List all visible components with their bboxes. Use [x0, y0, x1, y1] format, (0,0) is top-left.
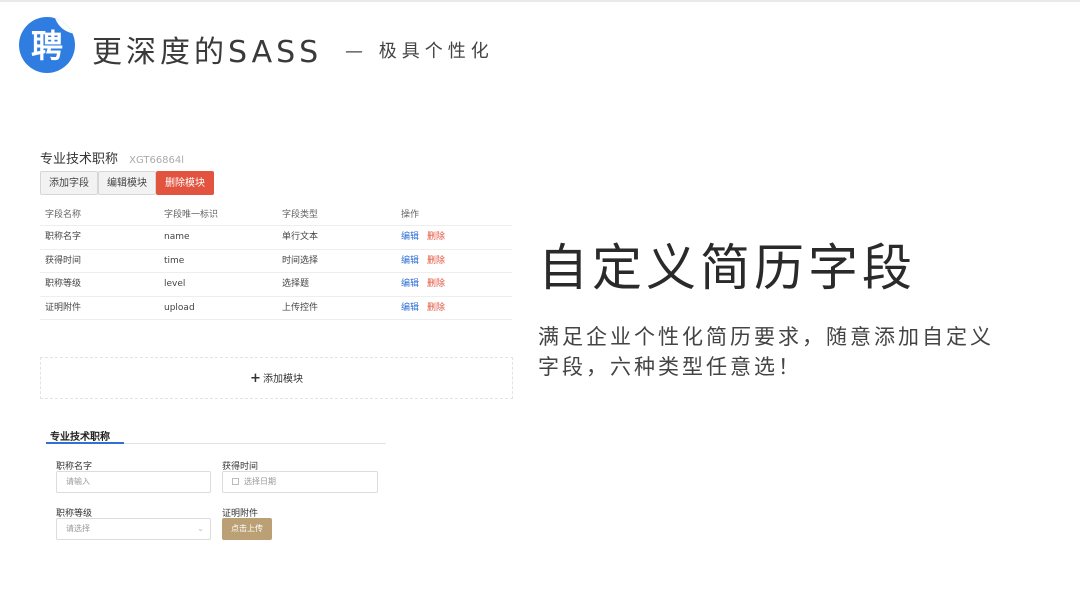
brand-subtitle: — 极具个性化: [345, 41, 494, 62]
table-row: 职称名字 name 单行文本 编辑 删除: [40, 226, 512, 250]
delete-link[interactable]: 删除: [427, 256, 445, 266]
calendar-icon: [232, 478, 239, 485]
edit-link[interactable]: 编辑: [401, 279, 419, 289]
module-code: XGT66864l: [129, 155, 185, 166]
field-key-cell: time: [164, 255, 185, 266]
column-header: 字段类型: [282, 210, 319, 220]
date-picker-input[interactable]: 选择日期: [222, 471, 378, 493]
field-type-cell: 选择题: [282, 279, 310, 289]
column-header: 操作: [401, 210, 420, 220]
field-type-cell: 单行文本: [282, 232, 319, 242]
field-type-cell: 时间选择: [282, 255, 319, 266]
edit-link[interactable]: 编辑: [401, 303, 419, 313]
add-module-label: 添加模块: [262, 374, 303, 385]
input-placeholder: 选择日期: [244, 477, 276, 486]
delete-link[interactable]: 删除: [427, 279, 445, 289]
table-row: 获得时间 time 时间选择 编辑 删除: [40, 250, 512, 273]
tab-active-indicator: [46, 442, 124, 444]
input-placeholder: 请输入: [66, 477, 90, 486]
field-key-cell: level: [164, 279, 186, 289]
field-name-cell: 证明附件: [45, 302, 82, 313]
edit-module-button[interactable]: 编辑模块: [98, 171, 156, 195]
row-actions: 编辑 删除: [401, 273, 445, 295]
column-header: 字段唯一标识: [164, 210, 219, 220]
table-row: 证明附件 upload 上传控件 编辑 删除: [40, 297, 512, 320]
row-actions: 编辑 删除: [401, 250, 445, 272]
delete-link[interactable]: 删除: [427, 303, 445, 313]
row-actions: 编辑 删除: [401, 226, 445, 248]
field-name-cell: 职称名字: [45, 232, 82, 242]
delete-link[interactable]: 删除: [427, 232, 445, 242]
feature-headline: 自定义简历字段: [538, 239, 916, 297]
brand-logo: 聘: [19, 17, 75, 73]
table-row: 职称等级 level 选择题 编辑 删除: [40, 273, 512, 297]
upload-button[interactable]: 点击上传: [222, 518, 272, 540]
delete-module-button[interactable]: 删除模块: [156, 171, 214, 195]
add-module-button[interactable]: + 添加模块: [40, 357, 513, 399]
table-header-row: 字段名称 字段唯一标识 字段类型 操作: [40, 204, 512, 226]
select-placeholder: 请选择: [66, 524, 90, 533]
field-key-cell: upload: [164, 302, 195, 313]
field-type-cell: 上传控件: [282, 302, 319, 313]
level-select[interactable]: 请选择 ⌄: [56, 518, 211, 540]
logo-glyph: 聘: [30, 27, 63, 65]
field-key-cell: name: [164, 232, 190, 242]
tab-form-module[interactable]: 专业技术职称: [50, 428, 110, 443]
brand-title: 更深度的SASS: [92, 35, 323, 70]
feature-description: 满足企业个性化简历要求，随意添加自定义字段，六种类型任意选！: [538, 325, 994, 379]
edit-link[interactable]: 编辑: [401, 232, 419, 242]
fields-table: 字段名称 字段唯一标识 字段类型 操作 职称名字 name 单行文本 编辑 删除 …: [40, 204, 512, 320]
field-name-cell: 获得时间: [45, 255, 82, 266]
title-name-input[interactable]: 请输入: [56, 471, 211, 493]
module-header: 专业技术职称 XGT66864l: [40, 148, 184, 167]
top-border: [0, 0, 1080, 2]
add-field-button[interactable]: 添加字段: [40, 171, 98, 195]
plus-icon: +: [250, 371, 261, 386]
edit-link[interactable]: 编辑: [401, 256, 419, 266]
column-header: 字段名称: [45, 210, 82, 220]
row-actions: 编辑 删除: [401, 297, 445, 319]
chevron-down-icon: ⌄: [197, 524, 204, 533]
module-title: 专业技术职称: [40, 152, 119, 167]
field-name-cell: 职称等级: [45, 279, 82, 289]
